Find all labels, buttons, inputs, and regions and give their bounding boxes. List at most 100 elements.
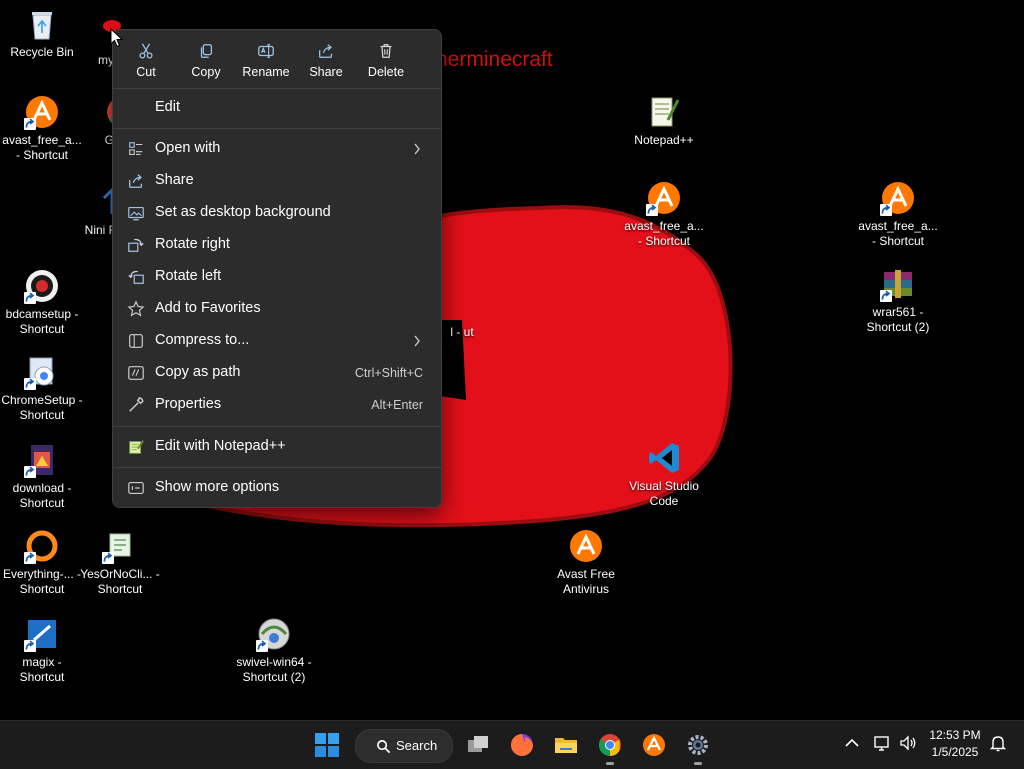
task-view-button[interactable] — [462, 729, 494, 761]
desktop-icon[interactable]: YesOrNoCli... - Shortcut — [78, 528, 162, 597]
desktop-icon[interactable]: magix - Shortcut — [0, 616, 84, 685]
desktop-icon[interactable]: bdcamsetup - Shortcut — [0, 268, 84, 337]
desktop-icon[interactable]: wrar561 - Shortcut (2) — [856, 266, 940, 335]
menu-item-show-more-options[interactable]: Show more options — [117, 473, 437, 503]
desktop-icon[interactable]: swivel-win64 - Shortcut (2) — [232, 616, 316, 685]
menu-item-label: Properties — [155, 396, 222, 412]
network-button[interactable] — [872, 733, 894, 755]
menu-item-label: Show more options — [155, 479, 280, 495]
desktop-icon[interactable]: download - Shortcut — [0, 442, 84, 511]
menu-divider — [113, 128, 441, 129]
compress-icon — [127, 332, 145, 350]
taskbar-chrome[interactable] — [594, 729, 626, 765]
firefox-icon — [511, 734, 533, 756]
desktop-icon-label: Notepad++ — [634, 133, 694, 147]
shortcut-arrow-icon — [102, 552, 114, 564]
shortcut-arrow-icon — [24, 118, 36, 130]
desktop-icon-label: avast_free_a... - Shortcut — [858, 219, 938, 248]
taskbar-search[interactable]: Search — [355, 729, 453, 763]
start-button[interactable] — [311, 729, 343, 761]
shortcut-arrow-icon — [646, 204, 658, 216]
menu-item-share[interactable]: Share — [117, 166, 437, 196]
menu-item-properties[interactable]: Properties Alt+Enter — [117, 390, 437, 420]
task-view-icon — [468, 736, 488, 752]
shortcut-arrow-icon — [24, 640, 36, 652]
running-indicator — [694, 762, 702, 765]
menu-item-open-with[interactable]: Open with — [117, 134, 437, 164]
recycle-icon — [24, 6, 60, 42]
rotate-left-icon — [127, 268, 145, 286]
swivel-icon — [256, 616, 292, 652]
rename-icon — [258, 44, 274, 58]
shortcut-arrow-icon — [24, 292, 36, 304]
desktop-icon[interactable]: Notepad++ — [622, 94, 706, 148]
desktop-icon-label: avast_free_a... - Shortcut — [2, 133, 82, 162]
taskbar-file-explorer[interactable] — [550, 729, 582, 761]
magix-icon — [24, 616, 60, 652]
desktop-icon-label: magix - Shortcut — [19, 655, 65, 684]
desktop-icon[interactable]: Visual Studio Code — [622, 440, 706, 509]
menu-item-edit-with-notepad[interactable]: Edit with Notepad++ — [117, 432, 437, 462]
bell-icon — [989, 736, 1007, 752]
volume-button[interactable] — [898, 733, 920, 755]
search-label: Search — [396, 738, 438, 753]
desktop-icon[interactable]: avast_free_a... - Shortcut — [856, 180, 940, 249]
menu-item-set-as-desktop-background[interactable]: Set as desktop background — [117, 198, 437, 228]
search-icon — [377, 740, 391, 754]
menu-item-edit[interactable]: Edit — [117, 93, 437, 123]
menu-item-label: Set as desktop background — [155, 204, 331, 220]
menu-item-rotate-right[interactable]: Rotate right — [117, 230, 437, 260]
menu-item-label: Edit — [155, 99, 180, 115]
desktop-icon-label: swivel-win64 - Shortcut (2) — [236, 655, 312, 684]
desktop-icon[interactable]: avast_free_a... - Shortcut — [622, 180, 706, 249]
desktop-icon[interactable]: ChromeSetup - Shortcut — [0, 354, 84, 423]
menu-item-label: Rotate left — [155, 268, 222, 284]
chevron-up-icon — [845, 738, 859, 747]
avast-icon — [24, 94, 60, 130]
scissors-icon — [139, 43, 153, 59]
speaker-icon — [900, 735, 916, 751]
star-icon — [127, 300, 145, 318]
chrome-icon — [599, 734, 621, 756]
mouse-cursor-icon — [110, 28, 124, 48]
vscode-icon — [646, 440, 682, 476]
shortcut-arrow-icon — [880, 204, 892, 216]
menu-item-rotate-left[interactable]: Rotate left — [117, 262, 437, 292]
taskbar: Search 12:53 PM 1/5/2025 — [0, 720, 1024, 769]
desktop-background-icon — [127, 204, 145, 222]
copy-path-icon — [127, 364, 145, 382]
network-icon — [874, 736, 889, 751]
desktop-icon-label: Everything-... - Shortcut — [2, 567, 82, 596]
show-more-options-icon — [128, 482, 144, 494]
share-button[interactable]: Share — [297, 40, 355, 84]
clock-time: 12:53 PM — [929, 728, 981, 742]
taskbar-avast[interactable] — [638, 729, 670, 761]
winrar-icon — [880, 266, 916, 302]
copy-button[interactable]: Copy — [177, 40, 235, 84]
rename-button[interactable]: Rename — [237, 40, 295, 84]
shortcut-arrow-icon — [880, 290, 892, 302]
desktop-icon-label: ChromeSetup - Shortcut — [1, 393, 83, 422]
share-icon — [319, 44, 333, 58]
menu-item-add-to-favorites[interactable]: Add to Favorites — [117, 294, 437, 324]
folder-icon — [555, 738, 577, 753]
taskbar-settings[interactable] — [682, 729, 714, 765]
avast-icon — [646, 180, 682, 216]
desktop-icon-label: avast_free_a... - Shortcut — [624, 219, 704, 248]
menu-item-compress-to[interactable]: Compress to... — [117, 326, 437, 356]
copy-icon — [200, 44, 213, 58]
show-hidden-icons-button[interactable] — [842, 733, 864, 755]
desktop-icon[interactable]: avast_free_a... - Shortcut — [0, 94, 84, 163]
clock-date: 1/5/2025 — [931, 745, 979, 759]
menu-item-copy-as-path[interactable]: Copy as path Ctrl+Shift+C — [117, 358, 437, 388]
share-label: Share — [309, 65, 343, 79]
desktop-icon[interactable]: Everything-... - Shortcut — [0, 528, 84, 597]
delete-button[interactable]: Delete — [357, 40, 415, 84]
notifications-button[interactable] — [988, 733, 1010, 755]
taskbar-firefox[interactable] — [506, 729, 538, 761]
cut-button[interactable]: Cut — [117, 40, 175, 84]
clock[interactable]: 12:53 PM 1/5/2025 — [920, 727, 990, 761]
desktop-icon[interactable]: Avast Free Antivirus — [544, 528, 628, 597]
menu-divider — [113, 426, 441, 427]
bdcam-icon — [24, 268, 60, 304]
